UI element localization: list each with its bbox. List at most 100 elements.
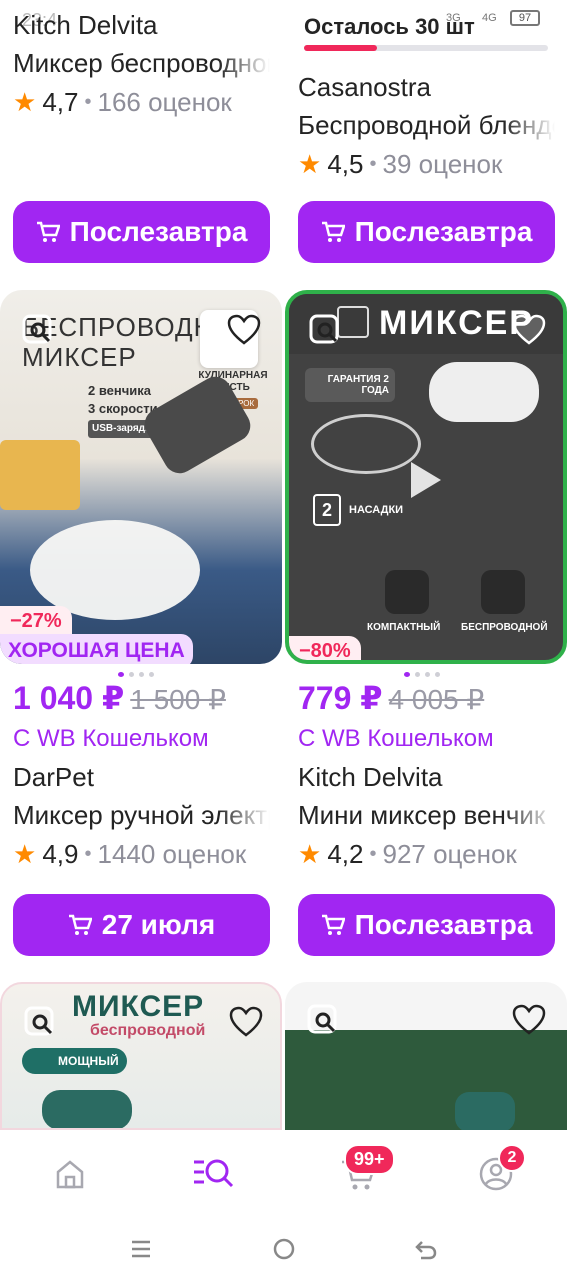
image-mixer bbox=[42, 1090, 132, 1128]
nav-catalog-icon[interactable] bbox=[190, 1152, 236, 1196]
rating-value: 4,7 bbox=[42, 87, 79, 117]
image-attachments-label: НАСАДКИ bbox=[349, 504, 404, 516]
image-attachments-box: 2 bbox=[313, 494, 341, 526]
favorite-heart-icon[interactable] bbox=[509, 310, 549, 350]
separator-dot: • bbox=[84, 91, 92, 113]
stock-text: Осталось 30 шт bbox=[304, 14, 475, 39]
star-icon: ★ bbox=[13, 839, 37, 869]
rating-value: 4,2 bbox=[327, 839, 364, 869]
page-dot bbox=[404, 672, 410, 677]
product-name: Мини миксер венчик bbox=[298, 800, 546, 830]
image-hand-mixer bbox=[429, 362, 539, 422]
image-cake bbox=[0, 440, 80, 510]
star-icon: ★ bbox=[298, 839, 322, 869]
buy-button[interactable]: Послезавтра bbox=[298, 201, 555, 263]
product-rating: ★ 4,2 • 927 оценок bbox=[298, 834, 555, 874]
image-bowl bbox=[30, 520, 200, 620]
buy-button-label: Послезавтра bbox=[354, 216, 533, 247]
product-brand: Casanostra bbox=[298, 72, 431, 102]
buy-button[interactable]: Послезавтра bbox=[298, 894, 555, 956]
review-count: 927 оценок bbox=[382, 839, 517, 869]
image-feature-icon bbox=[481, 570, 525, 614]
product-rating: ★ 4,7 • 166 оценок bbox=[13, 82, 270, 122]
bottom-navigation: 99+ 2 bbox=[0, 1130, 567, 1220]
discount-badge: −80% bbox=[289, 636, 361, 660]
similar-search-icon[interactable] bbox=[20, 1002, 60, 1042]
image-feature: 2 венчика bbox=[88, 383, 152, 398]
old-price: 4 005 ₽ bbox=[388, 684, 485, 715]
image-badge: МОЩНЫЙ bbox=[22, 1048, 127, 1074]
stock-bar bbox=[304, 45, 548, 51]
image-feature-label: БЕСПРОВОДНОЙ bbox=[461, 622, 548, 633]
image-mixer bbox=[455, 1092, 515, 1130]
cart-icon bbox=[68, 914, 92, 935]
image-pagination bbox=[118, 672, 154, 677]
cart-icon bbox=[321, 914, 345, 935]
similar-search-icon[interactable] bbox=[303, 1000, 343, 1040]
product-name: Миксер ручной электрический bbox=[13, 800, 270, 830]
nav-home-icon[interactable] bbox=[50, 1154, 90, 1194]
image-title: МИКСЕР bbox=[72, 990, 205, 1023]
star-icon: ★ bbox=[298, 149, 322, 179]
image-guarantee: ГАРАНТИЯ 2 ГОДА bbox=[305, 368, 395, 402]
buy-button-label: Послезавтра bbox=[69, 216, 248, 247]
product-card-top-left[interactable]: Kitch Delvita Миксер беспроводной ★ 4,7 … bbox=[13, 6, 270, 122]
price: 779 ₽ bbox=[298, 680, 383, 716]
product-rating: ★ 4,9 • 1440 оценок bbox=[13, 834, 270, 874]
wallet-label: С WB Кошельком bbox=[13, 725, 209, 752]
product-rating: ★ 4,5 • 39 оценок bbox=[298, 144, 555, 184]
review-count: 1440 оценок bbox=[97, 839, 247, 869]
image-play-icon[interactable] bbox=[411, 462, 441, 498]
image-whisk bbox=[311, 414, 421, 474]
similar-search-icon[interactable] bbox=[305, 310, 345, 350]
price-row: 1 040 ₽1 500 ₽ bbox=[13, 678, 270, 720]
product-brand: DarPet bbox=[13, 762, 94, 792]
product-image[interactable] bbox=[285, 982, 567, 1130]
good-price-badge: ХОРОШАЯ ЦЕНА bbox=[0, 634, 193, 664]
product-image[interactable]: МИКСЕР беспроводной МОЩНЫЙ bbox=[0, 982, 282, 1130]
image-background bbox=[285, 1030, 567, 1130]
product-name: Беспроводной блендер bbox=[298, 110, 555, 140]
battery-level: 97 bbox=[518, 12, 532, 24]
recent-apps-icon[interactable] bbox=[128, 1236, 154, 1262]
favorite-heart-icon[interactable] bbox=[226, 1002, 266, 1042]
product-image[interactable]: БЕСПРОВОДНОЙ МИКСЕР 2 венчика 3 скорости… bbox=[0, 290, 282, 664]
review-count: 39 оценок bbox=[382, 149, 503, 179]
buy-button[interactable]: Послезавтра bbox=[13, 201, 270, 263]
cart-count-badge: 99+ bbox=[344, 1144, 395, 1175]
page-dot bbox=[415, 672, 420, 677]
cart-icon bbox=[321, 221, 345, 242]
product-card-top-right[interactable]: Casanostra Беспроводной блендер ★ 4,5 • … bbox=[298, 68, 555, 184]
separator-dot: • bbox=[369, 153, 377, 175]
favorite-heart-icon[interactable] bbox=[509, 1000, 549, 1040]
page-dot bbox=[118, 672, 124, 677]
product-name: Миксер беспроводной bbox=[13, 48, 270, 78]
rating-value: 4,9 bbox=[42, 839, 79, 869]
battery-icon: 97 bbox=[510, 10, 540, 26]
star-icon: ★ bbox=[13, 87, 37, 117]
image-feature-icon bbox=[385, 570, 429, 614]
profile-notification-badge: 2 bbox=[498, 1144, 526, 1172]
separator-dot: • bbox=[84, 843, 92, 865]
price: 1 040 ₽ bbox=[13, 680, 125, 716]
similar-search-icon[interactable] bbox=[18, 310, 58, 350]
cart-icon bbox=[36, 221, 60, 242]
system-navigation-bar bbox=[0, 1220, 567, 1280]
product-card-info[interactable]: 1 040 ₽1 500 ₽ С WB Кошельком DarPet Мик… bbox=[13, 678, 270, 874]
wallet-label: С WB Кошельком bbox=[298, 725, 494, 752]
page-dot bbox=[129, 672, 134, 677]
page-dot bbox=[425, 672, 430, 677]
buy-button-label: Послезавтра bbox=[354, 909, 533, 940]
buy-button[interactable]: 27 июля bbox=[13, 894, 270, 956]
page-dot bbox=[149, 672, 154, 677]
network-icon: 4G bbox=[482, 12, 497, 24]
home-button-icon[interactable] bbox=[271, 1236, 297, 1262]
page-dot bbox=[139, 672, 144, 677]
product-card-info[interactable]: 779 ₽4 005 ₽ С WB Кошельком Kitch Delvit… bbox=[298, 678, 555, 874]
back-button-icon[interactable] bbox=[413, 1236, 439, 1262]
buy-button-label: 27 июля bbox=[101, 909, 216, 940]
page-dot bbox=[435, 672, 440, 677]
product-image[interactable]: МИКСЕР ГАРАНТИЯ 2 ГОДА 2 НАСАДКИ КОМПАКТ… bbox=[285, 290, 567, 664]
rating-value: 4,5 bbox=[327, 149, 364, 179]
favorite-heart-icon[interactable] bbox=[224, 310, 264, 350]
